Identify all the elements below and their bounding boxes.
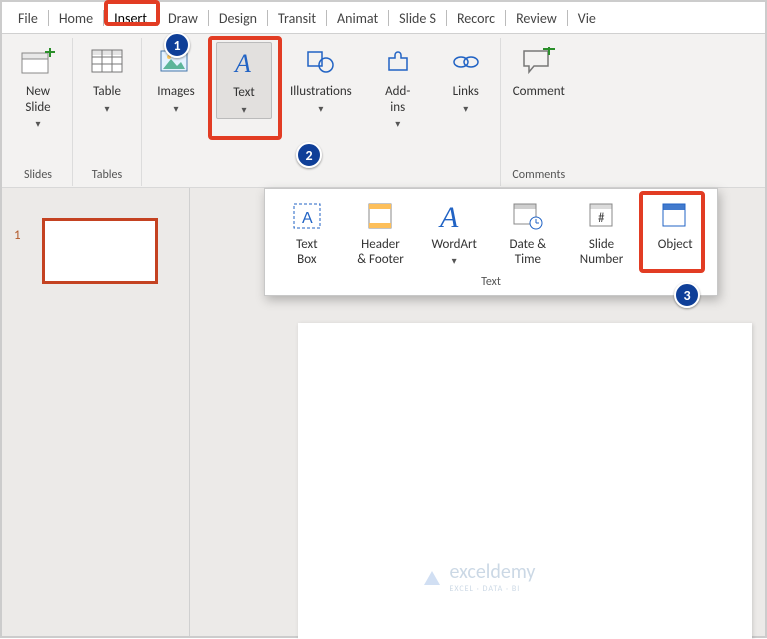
object-label: Object (658, 237, 693, 252)
tab-design[interactable]: Design (213, 4, 263, 31)
tab-transitions[interactable]: Transit (272, 4, 322, 31)
illustrations-label: Illustrations (290, 84, 352, 100)
object-icon (657, 199, 693, 233)
chevron-down-icon: ▾ (452, 254, 457, 267)
text-box-icon: A (289, 199, 325, 233)
links-button[interactable]: Links ▾ (438, 42, 494, 117)
date-time-icon (510, 199, 546, 233)
group-text: A Text ▾ (210, 38, 278, 186)
ribbon-tabs: File Home Insert Draw Design Transit Ani… (2, 2, 765, 34)
slide-thumbnail-1[interactable] (42, 218, 158, 284)
links-label: Links (453, 84, 479, 100)
group-comments-label: Comments (512, 166, 565, 186)
slide-number-button[interactable]: # Slide Number (570, 197, 634, 269)
tab-insert-label: Insert (114, 10, 147, 27)
chevron-down-icon: ▾ (35, 117, 40, 130)
addins-label: Add- ins (385, 84, 410, 115)
tab-separator (446, 10, 447, 26)
addins-icon (379, 44, 417, 80)
group-links: Links ▾ (432, 38, 501, 186)
tab-insert[interactable]: Insert (108, 4, 153, 31)
chevron-down-icon: ▾ (395, 117, 400, 130)
group-illustrations: Illustrations ▾ (278, 38, 364, 186)
tab-separator (48, 10, 49, 26)
slide-number: 1 (14, 228, 21, 243)
tab-slide-show[interactable]: Slide S (393, 4, 442, 31)
slide-number-icon: # (584, 199, 620, 233)
ribbon: New Slide ▾ Slides Table (2, 34, 765, 188)
dropdown-group-label: Text (275, 275, 707, 289)
illustrations-button[interactable]: Illustrations ▾ (284, 42, 358, 117)
addins-button[interactable]: Add- ins ▾ (370, 42, 426, 132)
tab-separator (567, 10, 568, 26)
images-label: Images (157, 84, 194, 100)
slide-canvas[interactable] (298, 323, 752, 639)
tab-separator (388, 10, 389, 26)
svg-text:A: A (302, 210, 313, 227)
tab-draw[interactable]: Draw (162, 4, 204, 31)
tab-separator (103, 10, 104, 26)
header-footer-button[interactable]: Header & Footer (349, 197, 413, 269)
tab-separator (267, 10, 268, 26)
new-slide-button[interactable]: New Slide ▾ (10, 42, 66, 132)
new-slide-label: New Slide (25, 84, 50, 115)
text-icon: A (225, 45, 263, 81)
tab-separator (326, 10, 327, 26)
chevron-down-icon: ▾ (318, 102, 323, 115)
group-slides-label: Slides (24, 166, 52, 186)
wordart-label: WordArt (431, 237, 476, 252)
text-label: Text (233, 85, 254, 101)
date-time-button[interactable]: Date & Time (496, 197, 560, 269)
comment-label: Comment (513, 84, 565, 100)
chevron-down-icon: ▾ (463, 102, 468, 115)
table-icon (88, 44, 126, 80)
tab-animations[interactable]: Animat (331, 4, 384, 31)
slide-number-label: Slide Number (580, 237, 623, 267)
slide-thumbnails-pane[interactable]: 1 (2, 188, 190, 636)
text-button[interactable]: A Text ▾ (216, 42, 272, 119)
tab-view[interactable]: Vie (572, 4, 602, 31)
svg-text:A: A (233, 49, 251, 78)
wordart-icon: A (436, 199, 472, 233)
text-dropdown-panel: A Text Box Header & Footer A WordArt (264, 188, 718, 296)
table-button[interactable]: Table ▾ (79, 42, 135, 117)
tab-separator (157, 10, 158, 26)
illustrations-icon (302, 44, 340, 80)
comment-icon (520, 44, 558, 80)
header-footer-icon (363, 199, 399, 233)
tab-separator (208, 10, 209, 26)
comment-button[interactable]: Comment (507, 42, 571, 102)
new-slide-icon (19, 44, 57, 80)
text-box-label: Text Box (296, 237, 317, 267)
images-icon (157, 44, 195, 80)
table-label: Table (93, 84, 121, 100)
text-box-button[interactable]: A Text Box (275, 197, 339, 269)
tab-record[interactable]: Recorc (451, 4, 501, 31)
header-footer-label: Header & Footer (357, 237, 404, 267)
group-images: Images ▾ (142, 38, 210, 186)
group-tables-label: Tables (92, 166, 122, 186)
chevron-down-icon: ▾ (173, 102, 178, 115)
object-button[interactable]: Object (643, 197, 707, 254)
chevron-down-icon: ▾ (241, 103, 246, 116)
group-comments: Comment Comments (501, 38, 577, 186)
images-button[interactable]: Images ▾ (148, 42, 204, 117)
chevron-down-icon: ▾ (104, 102, 109, 115)
date-time-label: Date & Time (510, 237, 547, 267)
group-slides: New Slide ▾ Slides (4, 38, 73, 186)
tab-separator (505, 10, 506, 26)
links-icon (447, 44, 485, 80)
group-tables: Table ▾ Tables (73, 38, 142, 186)
tab-home[interactable]: Home (53, 4, 99, 31)
tab-review[interactable]: Review (510, 4, 563, 31)
tab-file[interactable]: File (12, 4, 44, 31)
svg-text:A: A (438, 201, 459, 233)
svg-text:#: # (598, 211, 605, 226)
group-addins: Add- ins ▾ (364, 38, 432, 186)
wordart-button[interactable]: A WordArt ▾ (422, 197, 486, 269)
